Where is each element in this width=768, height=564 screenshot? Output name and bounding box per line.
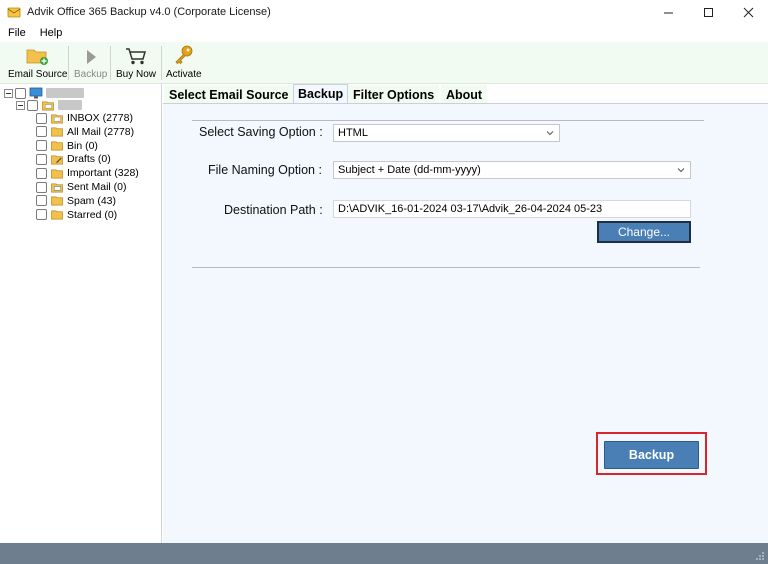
folder-label: Drafts (0): [67, 153, 111, 166]
buy-now-button[interactable]: Buy Now: [116, 44, 156, 80]
tree-folder-row[interactable]: Sent Mail (0): [36, 180, 127, 194]
folder-icon: [51, 210, 63, 220]
folder-label: Spam (43): [67, 194, 117, 207]
toolbar-divider: [161, 46, 162, 80]
tab-backup[interactable]: Backup: [293, 84, 349, 103]
folder-icon: [51, 196, 63, 206]
sent-folder-icon: [51, 182, 63, 192]
close-button[interactable]: [728, 0, 768, 24]
buy-now-label: Buy Now: [116, 69, 157, 80]
tab-filter-options[interactable]: Filter Options: [348, 85, 440, 103]
destination-label: Destination Path :: [224, 203, 323, 217]
tab-bar: Select Email Source Backup Filter Option…: [163, 84, 768, 103]
app-logo-icon: [7, 7, 21, 18]
maximize-icon: [703, 7, 713, 17]
folder-icon: [51, 127, 63, 137]
close-icon: [743, 7, 753, 17]
folder-checkbox[interactable]: [36, 126, 47, 138]
naming-option-label: File Naming Option :: [208, 163, 322, 177]
play-icon: [86, 50, 96, 64]
folder-icon: [51, 141, 63, 151]
tree-folder-row[interactable]: Spam (43): [36, 194, 116, 208]
folder-label: All Mail (2778): [67, 125, 135, 138]
destination-path-field[interactable]: D:\ADVIK_16-01-2024 03-17\Advik_26-04-20…: [333, 200, 691, 218]
redacted-mailbox-name: [58, 100, 82, 110]
toolbar-divider: [68, 46, 69, 80]
tree-folder-row[interactable]: Important (328): [36, 166, 139, 180]
resize-grip-icon[interactable]: [755, 551, 765, 561]
folder-checkbox[interactable]: [36, 112, 47, 124]
backup-button[interactable]: Backup: [604, 441, 699, 469]
backup-panel: Select Saving Option : HTML File Naming …: [163, 103, 768, 543]
account-checkbox[interactable]: [27, 99, 38, 111]
folder-tree: INBOX (2778) All Mail (2778) Bin (0) Drafts…: [0, 84, 162, 543]
chevron-down-icon: [546, 131, 554, 136]
folder-label: Bin (0): [67, 139, 98, 152]
redacted-account-name: [46, 88, 84, 98]
activate-label: Activate: [166, 69, 202, 80]
minimize-icon: [663, 12, 673, 13]
change-button[interactable]: Change...: [597, 221, 691, 243]
root-checkbox[interactable]: [15, 87, 26, 99]
toolbar-divider: [110, 46, 111, 80]
tree-account-row[interactable]: [16, 98, 82, 112]
folder-label: Sent Mail (0): [67, 181, 127, 193]
backup-toolbar-button[interactable]: Backup: [74, 44, 107, 80]
tab-about[interactable]: About: [441, 85, 488, 103]
saving-option-value: HTML: [338, 127, 368, 139]
mailbox-icon: [42, 100, 54, 110]
top-divider: [192, 120, 704, 121]
folder-checkbox[interactable]: [36, 209, 47, 221]
folder-add-icon: [26, 49, 48, 65]
bottom-divider: [192, 267, 700, 268]
folder-label: Starred (0): [67, 208, 118, 221]
collapse-icon[interactable]: [16, 100, 25, 110]
email-source-button[interactable]: Email Source: [8, 44, 67, 80]
folder-icon: [51, 169, 63, 179]
tab-select-email-source[interactable]: Select Email Source: [164, 85, 294, 103]
tree-folder-row[interactable]: Bin (0): [36, 139, 98, 153]
folder-checkbox[interactable]: [36, 181, 47, 193]
naming-option-value: Subject + Date (dd-mm-yyyy): [338, 164, 481, 176]
backup-toolbar-label: Backup: [74, 69, 108, 80]
inbox-folder-icon: [51, 113, 63, 123]
saving-option-select[interactable]: HTML: [333, 124, 560, 142]
menu-help[interactable]: Help: [40, 27, 63, 39]
naming-option-select[interactable]: Subject + Date (dd-mm-yyyy): [333, 161, 691, 179]
folder-checkbox[interactable]: [36, 140, 47, 152]
menu-file[interactable]: File: [8, 27, 26, 39]
drafts-folder-icon: [51, 155, 63, 165]
status-bar: [0, 543, 768, 564]
minimize-button[interactable]: [648, 0, 688, 24]
activate-button[interactable]: Activate: [166, 44, 202, 80]
chevron-down-icon: [677, 168, 685, 173]
key-icon: [175, 45, 193, 65]
saving-option-label: Select Saving Option :: [199, 125, 323, 139]
cart-icon: [126, 48, 146, 65]
tree-folder-row[interactable]: INBOX (2778): [36, 111, 133, 125]
title-bar: Advik Office 365 Backup v4.0 (Corporate …: [0, 0, 768, 24]
folder-checkbox[interactable]: [36, 153, 47, 165]
email-source-label: Email Source: [8, 69, 68, 80]
collapse-icon[interactable]: [4, 88, 13, 98]
maximize-button[interactable]: [688, 0, 728, 24]
tree-folder-row[interactable]: All Mail (2778): [36, 125, 134, 139]
folder-checkbox[interactable]: [36, 167, 47, 179]
menu-bar: File Help: [0, 24, 768, 42]
folder-checkbox[interactable]: [36, 195, 47, 207]
folder-label: Important (328): [67, 167, 139, 180]
folder-label: INBOX (2778): [67, 112, 133, 124]
toolbar: Email Source Backup Buy Now Activate: [0, 42, 768, 84]
window-title: Advik Office 365 Backup v4.0 (Corporate …: [27, 6, 271, 18]
tree-folder-row[interactable]: Drafts (0): [36, 152, 111, 166]
tree-folder-row[interactable]: Starred (0): [36, 208, 117, 222]
